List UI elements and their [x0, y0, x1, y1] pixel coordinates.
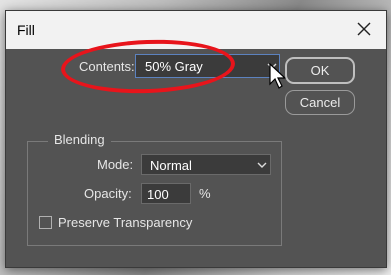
mode-dropdown[interactable]: Normal [141, 154, 271, 175]
opacity-unit: % [199, 186, 211, 201]
fill-dialog: Fill Contents: 50% Gray OK Cancel Blendi… [5, 10, 387, 268]
mode-value: Normal [150, 158, 192, 173]
blending-group-title: Blending [48, 132, 111, 147]
opacity-value: 100 [147, 187, 169, 202]
preserve-transparency-checkbox[interactable] [39, 216, 52, 229]
opacity-label: Opacity: [84, 186, 132, 201]
dialog-title: Fill [17, 22, 35, 38]
contents-label: Contents: [79, 59, 135, 74]
cancel-button[interactable]: Cancel [285, 90, 355, 115]
title-bar: Fill [6, 11, 386, 49]
preserve-transparency-label[interactable]: Preserve Transparency [58, 215, 192, 230]
mode-label: Mode: [97, 157, 134, 172]
contents-value: 50% Gray [145, 59, 203, 74]
opacity-field[interactable]: 100 [141, 183, 191, 204]
chevron-down-icon [257, 162, 267, 168]
close-icon[interactable] [352, 17, 376, 41]
contents-dropdown[interactable]: 50% Gray [135, 54, 280, 78]
ok-button[interactable]: OK [285, 57, 355, 84]
